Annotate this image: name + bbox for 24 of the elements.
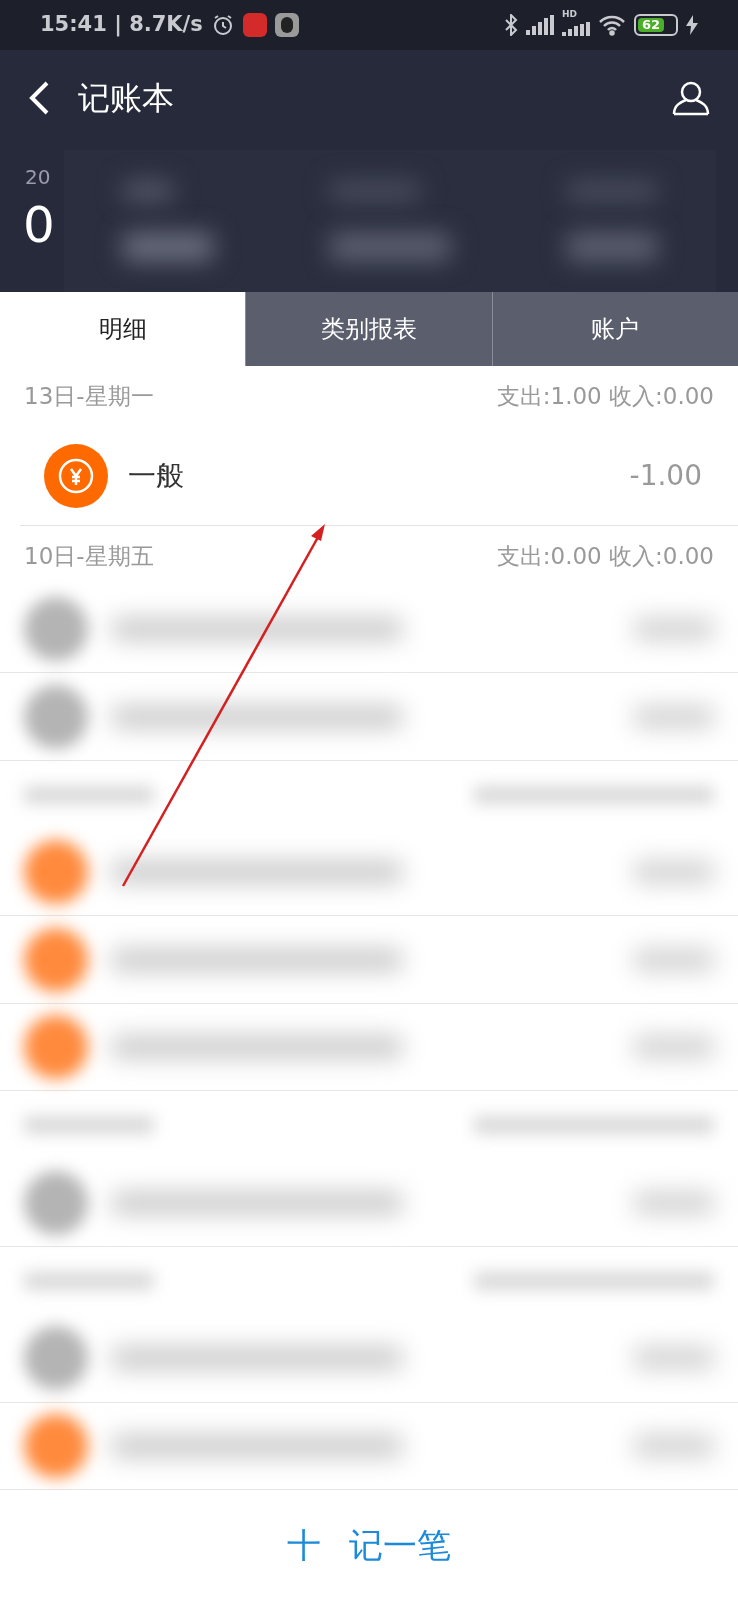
battery-indicator: 62	[634, 14, 678, 36]
entry-row[interactable]: 一般 -1.00	[20, 426, 738, 526]
status-time: 15:41 | 8.7K/s	[40, 11, 203, 39]
page-title: 记账本	[78, 78, 174, 119]
network-label: HD	[562, 8, 577, 21]
entry-amount: -1.00	[629, 457, 702, 494]
user-icon[interactable]	[672, 80, 710, 116]
penguin-icon	[274, 13, 299, 37]
bluetooth-icon	[504, 14, 518, 36]
charging-icon	[686, 15, 698, 35]
year-text: 20	[25, 164, 51, 191]
signal-icon	[562, 22, 590, 36]
add-record-button[interactable]: 十 记一笔	[287, 1519, 451, 1571]
entry-name: 一般	[128, 457, 184, 494]
back-icon[interactable]	[28, 81, 50, 115]
date-header: 13日-星期一	[24, 381, 154, 411]
signal-icon	[526, 15, 554, 35]
day-summary: 支出:1.00 收入:0.00	[496, 381, 714, 411]
date-header: 10日-星期五	[24, 541, 154, 571]
tab[interactable]: 账户	[491, 292, 738, 366]
amount-text: 0	[23, 200, 55, 250]
tab[interactable]: 类别报表	[245, 292, 492, 366]
wifi-icon	[598, 14, 626, 36]
day-summary: 支出:0.00 收入:0.00	[496, 541, 714, 571]
